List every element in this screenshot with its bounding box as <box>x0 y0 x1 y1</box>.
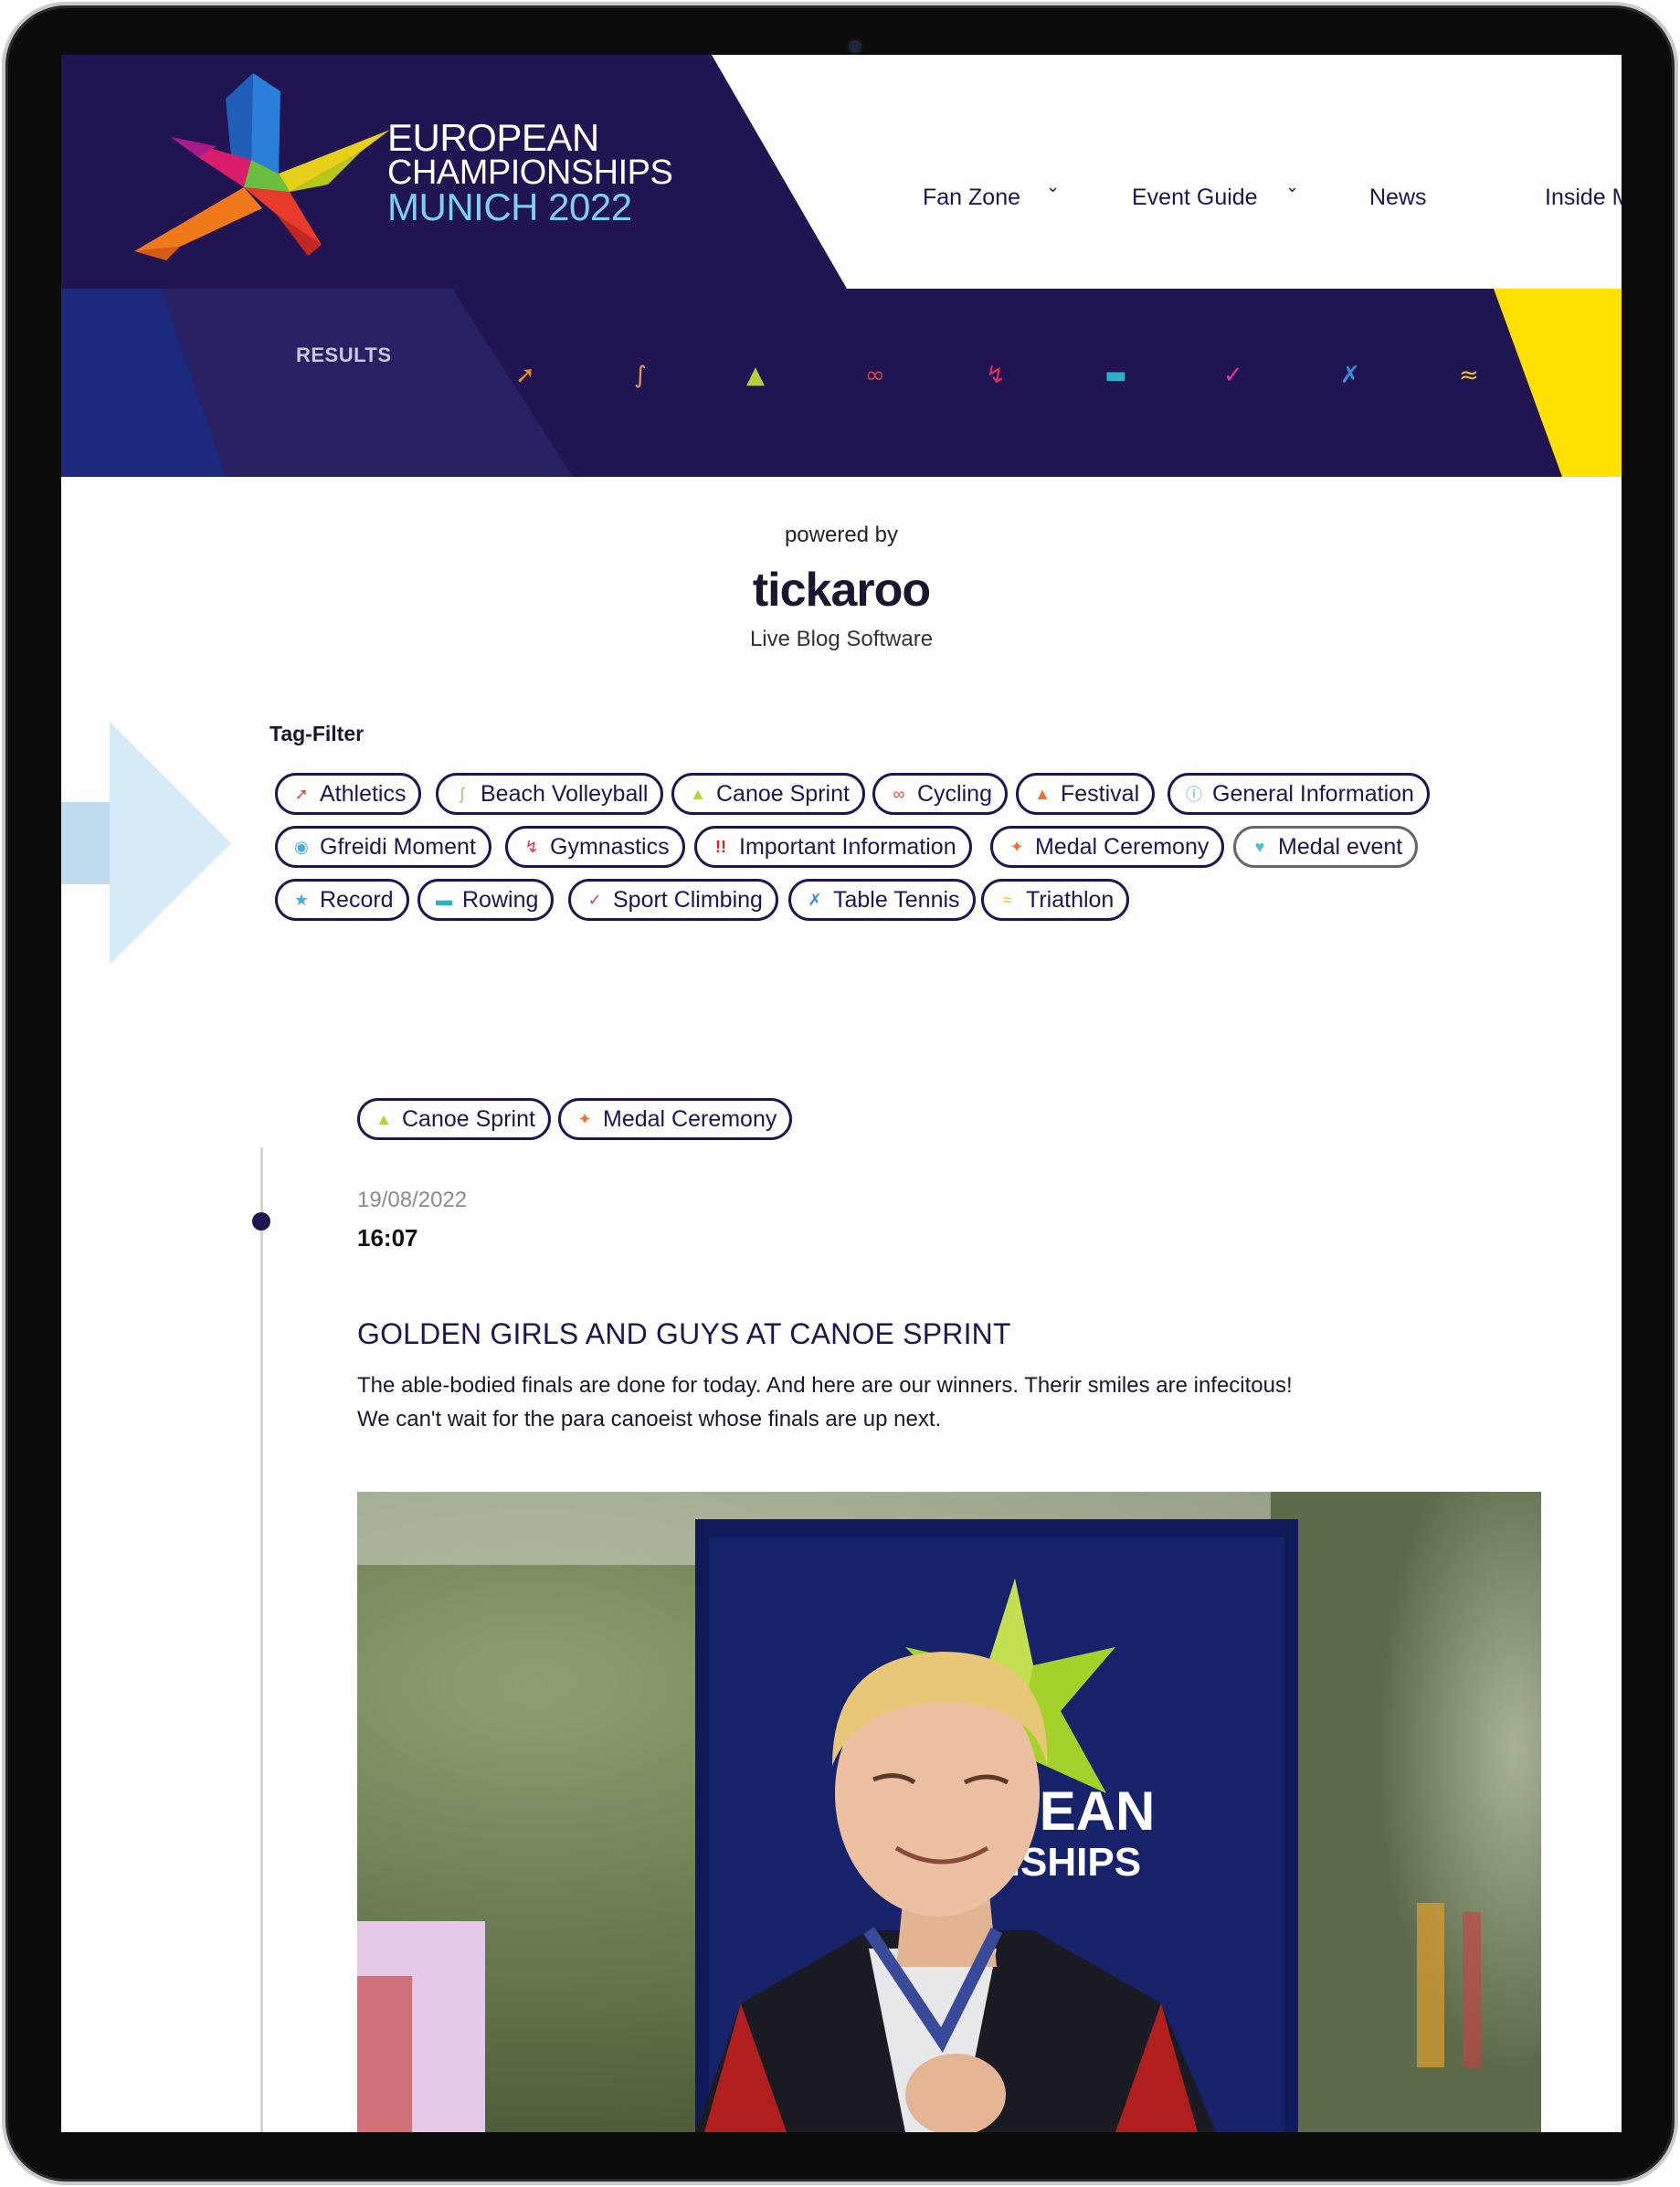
double-exclamation-icon: !! <box>715 837 726 856</box>
powered-by-label: powered by <box>784 523 899 547</box>
tag-label: Gfreidi Moment <box>320 833 476 860</box>
festival-icon: ▲ <box>1034 784 1051 803</box>
tag-label: Gymnastics <box>550 833 670 860</box>
post-time: 16:07 <box>357 1224 418 1252</box>
arrow-right-icon <box>61 722 231 965</box>
brand-line-3: MUNICH 2022 <box>387 185 632 228</box>
athlete-photo-illustration: OPEAN ONSHIPS <box>357 1492 1541 2132</box>
canoe-icon: ▲ <box>690 784 706 803</box>
tag-athletics[interactable]: ➚ Athletics <box>275 773 422 815</box>
tag-filter-title: Tag-Filter <box>269 722 365 745</box>
tag-label: Rowing <box>462 886 539 913</box>
tag-label: Sport Climbing <box>613 886 763 913</box>
tag-medal-event[interactable]: ♥ Medal event <box>1233 826 1419 868</box>
tag-cycling[interactable]: ∞ Cycling <box>872 773 1008 815</box>
tag-rowing[interactable]: ▬ Rowing <box>417 879 555 921</box>
tag-label: Medal Ceremony <box>603 1105 777 1132</box>
tag-medal-ceremony[interactable]: ✦ Medal Ceremony <box>990 826 1225 868</box>
tag-label: Canoe Sprint <box>716 780 850 807</box>
tag-label: Festival <box>1061 780 1140 807</box>
post-body: The able-bodied finals are done for toda… <box>357 1368 1293 1436</box>
post-date: 19/08/2022 <box>357 1188 468 1212</box>
tag-label: Athletics <box>320 780 407 807</box>
table-tennis-icon: ✗ <box>808 890 822 909</box>
tag-important-information[interactable]: !! Important Information <box>694 826 972 868</box>
tag-sport-climbing[interactable]: ✓ Sport Climbing <box>568 879 778 921</box>
info-icon: ⓘ <box>1186 786 1202 804</box>
tag-general-information[interactable]: ⓘ General Information <box>1168 773 1430 815</box>
brand-line-1: EUROPEAN <box>387 116 599 159</box>
table-tennis-icon[interactable]: ✗ <box>1340 362 1360 389</box>
athletics-icon: ➚ <box>294 784 309 803</box>
tag-gfreidi-moment[interactable]: ◉ Gfreidi Moment <box>275 826 491 868</box>
medal-ceremony-icon: ✦ <box>577 1109 592 1128</box>
sport-climbing-icon[interactable]: ✓ <box>1223 362 1243 389</box>
tag-label: Canoe Sprint <box>402 1105 535 1132</box>
post-tag-canoe-sprint[interactable]: ▲ Canoe Sprint <box>357 1098 551 1140</box>
tag-beach-volleyball[interactable]: ∫ Beach Volleyball <box>436 773 664 815</box>
post-title: GOLDEN GIRLS AND GUYS AT CANOE SPRINT <box>357 1317 1011 1350</box>
rowing-icon: ▬ <box>436 890 452 909</box>
tickaroo-tagline: Live Blog Software <box>749 627 934 651</box>
nav-item-inside[interactable]: Inside M <box>1545 185 1622 211</box>
chevron-down-icon[interactable]: ⌄ <box>1285 177 1299 196</box>
tag-label: Important Information <box>739 833 956 860</box>
post-photo[interactable]: OPEAN ONSHIPS <box>357 1492 1541 2132</box>
tag-triathlon[interactable]: ≈ Triathlon <box>981 879 1130 921</box>
gymnastics-icon: ↯ <box>524 837 539 856</box>
tag-label: Record <box>320 886 394 913</box>
tag-festival[interactable]: ▲ Festival <box>1016 773 1156 815</box>
site-header: EUROPEAN CHAMPIONSHIPS MUNICH 2022 l Fan… <box>61 55 1622 289</box>
tag-label: Table Tennis <box>833 886 960 913</box>
tag-gymnastics[interactable]: ↯ Gymnastics <box>505 826 685 868</box>
results-label-panel <box>162 289 573 477</box>
timeline-dot <box>252 1212 270 1231</box>
tag-label: Cycling <box>917 780 992 807</box>
browser-viewport: EUROPEAN CHAMPIONSHIPS MUNICH 2022 l Fan… <box>61 55 1622 2132</box>
cycling-icon: ∞ <box>893 784 905 803</box>
medal-icon: ♥ <box>1254 837 1265 856</box>
nav-item-event-guide[interactable]: Event Guide <box>1132 185 1258 211</box>
results-bar-yellow-accent <box>1494 289 1622 477</box>
post-body-line-1: The able-bodied finals are done for toda… <box>357 1373 1293 1398</box>
tag-label: Beach Volleyball <box>481 780 649 807</box>
cycling-icon[interactable]: ∞ <box>865 362 885 389</box>
medal-ceremony-icon: ✦ <box>1009 837 1024 856</box>
camera-icon <box>849 40 861 53</box>
athletics-icon[interactable]: ➚ <box>515 362 535 389</box>
european-championships-logo-icon <box>134 73 390 260</box>
tickaroo-logo[interactable]: tickaroo <box>61 563 1622 618</box>
nav-item-partial[interactable]: l <box>783 183 794 216</box>
tag-label: Medal Ceremony <box>1035 833 1210 860</box>
post-tag-medal-ceremony[interactable]: ✦ Medal Ceremony <box>558 1098 793 1140</box>
tag-label: Triathlon <box>1026 886 1115 913</box>
gfreidi-icon: ◉ <box>294 837 309 856</box>
tag-record[interactable]: ★ Record <box>275 879 409 921</box>
timeline-line <box>260 1147 263 2132</box>
tablet-device: EUROPEAN CHAMPIONSHIPS MUNICH 2022 l Fan… <box>0 0 1680 2187</box>
beach-volleyball-icon[interactable]: ∫ <box>634 362 647 389</box>
gymnastics-icon[interactable]: ↯ <box>986 362 1006 389</box>
star-icon: ★ <box>293 890 310 909</box>
nav-item-news[interactable]: News <box>1369 185 1427 211</box>
canoe-icon: ▲ <box>375 1109 392 1128</box>
triathlon-icon: ≈ <box>1003 890 1012 909</box>
beach-volleyball-icon: ∫ <box>460 784 465 803</box>
brand-wordmark[interactable]: EUROPEAN CHAMPIONSHIPS MUNICH 2022 <box>387 116 673 228</box>
chevron-down-icon[interactable]: ⌄ <box>1046 177 1060 196</box>
sport-climbing-icon: ✓ <box>587 890 602 909</box>
canoe-icon[interactable]: ▲ <box>746 362 765 389</box>
tag-label: Medal event <box>1278 833 1403 860</box>
rowing-icon[interactable]: ▬ <box>1104 362 1127 389</box>
tag-table-tennis[interactable]: ✗ Table Tennis <box>788 879 976 921</box>
nav-item-fan-zone[interactable]: Fan Zone <box>923 185 1020 211</box>
results-link[interactable]: RESULTS <box>296 343 392 367</box>
post-body-line-2: We can't wait for the para canoeist whos… <box>357 1407 942 1432</box>
results-bar: RESULTS ➚ ∫ ▲ ∞ ↯ ▬ ✓ ✗ ≈ <box>61 289 1622 477</box>
tag-canoe-sprint[interactable]: ▲ Canoe Sprint <box>671 773 865 815</box>
triathlon-icon[interactable]: ≈ <box>1459 362 1479 389</box>
tag-label: General Information <box>1212 780 1414 807</box>
